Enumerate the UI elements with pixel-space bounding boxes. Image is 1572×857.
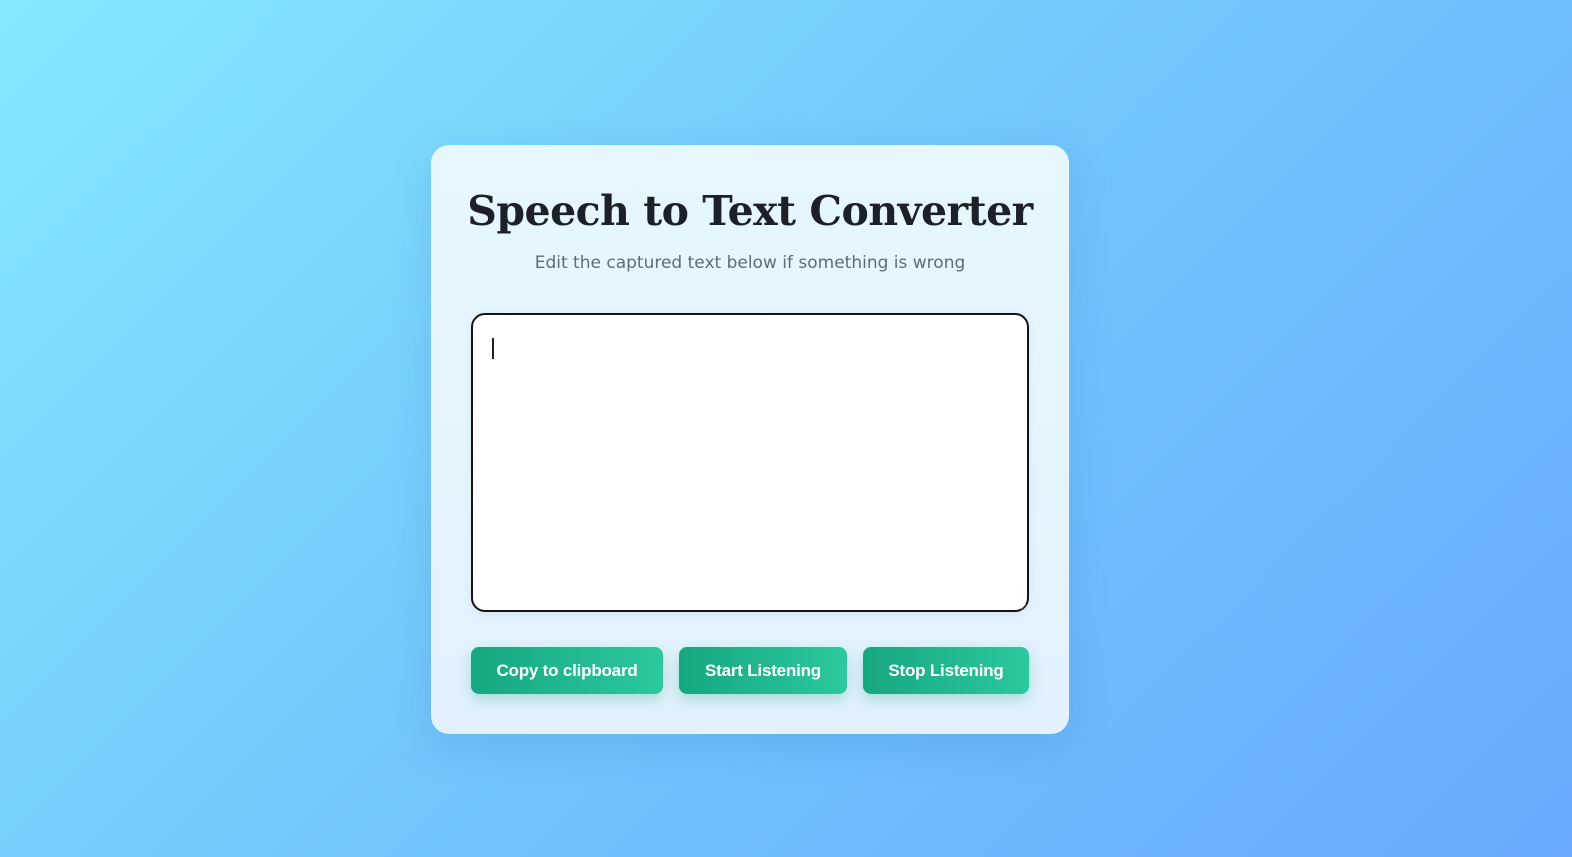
start-listening-button[interactable]: Start Listening — [679, 647, 847, 694]
page-subtitle: Edit the captured text below if somethin… — [534, 253, 966, 273]
stop-listening-button[interactable]: Stop Listening — [863, 647, 1029, 694]
page-title: Speech to Text Converter — [467, 187, 1033, 235]
converter-card: Speech to Text Converter Edit the captur… — [431, 145, 1069, 734]
transcript-textarea[interactable] — [473, 315, 1027, 610]
copy-to-clipboard-button[interactable]: Copy to clipboard — [471, 647, 663, 694]
transcript-editor-container — [471, 313, 1029, 612]
text-caret — [492, 338, 494, 359]
resize-handle-icon[interactable] — [1020, 603, 1026, 609]
